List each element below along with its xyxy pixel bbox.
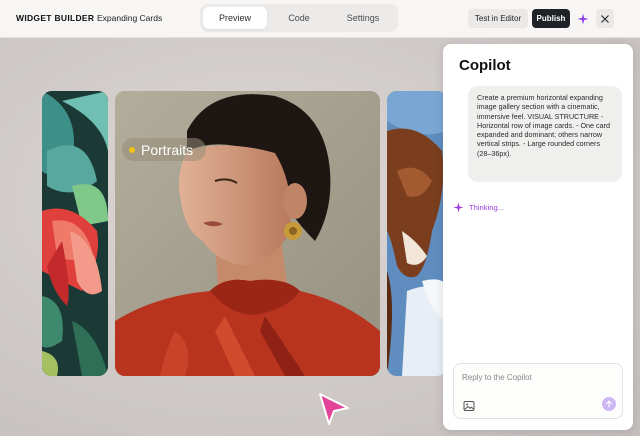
gallery-card-horse[interactable] <box>387 91 447 376</box>
close-button[interactable] <box>596 9 614 28</box>
copilot-panel: Copilot Create a premium horizontal expa… <box>443 44 633 430</box>
copilot-toggle-button[interactable] <box>574 9 592 28</box>
app-brand: WIDGET BUILDER <box>16 13 95 23</box>
test-in-editor-button[interactable]: Test in Editor <box>468 9 528 28</box>
thinking-text: Thinking... <box>469 203 505 212</box>
view-tabs: Preview Code Settings <box>200 4 398 32</box>
portrait-image <box>115 91 380 376</box>
tab-code[interactable]: Code <box>268 7 330 29</box>
user-message-bubble: Create a premium horizontal expanding im… <box>468 86 622 182</box>
project-name[interactable]: Expanding Cards <box>97 13 162 23</box>
tab-settings[interactable]: Settings <box>331 7 395 29</box>
send-button[interactable] <box>602 397 616 411</box>
label-dot-icon <box>129 146 135 153</box>
attach-image-button[interactable] <box>463 399 475 411</box>
sparkle-icon <box>577 13 589 24</box>
image-icon <box>463 401 475 411</box>
copilot-title: Copilot <box>459 57 511 74</box>
thinking-indicator: Thinking... <box>453 202 504 213</box>
horse-image <box>387 91 447 376</box>
gallery-card-portraits[interactable] <box>115 91 380 376</box>
gallery-card-flower[interactable] <box>42 91 108 376</box>
publish-button[interactable]: Publish <box>532 9 570 28</box>
pointer-cursor-icon <box>319 393 349 425</box>
reply-input[interactable] <box>462 370 612 384</box>
sparkle-icon <box>453 202 464 213</box>
flower-image <box>42 91 108 376</box>
top-bar: WIDGET BUILDER Expanding Cards Preview C… <box>0 0 640 38</box>
card-label-portraits: Portraits <box>122 138 206 161</box>
tab-preview[interactable]: Preview <box>203 7 267 29</box>
close-icon <box>601 14 609 23</box>
card-label-text: Portraits <box>141 141 194 158</box>
arrow-up-icon <box>606 400 612 408</box>
reply-composer <box>453 363 623 419</box>
